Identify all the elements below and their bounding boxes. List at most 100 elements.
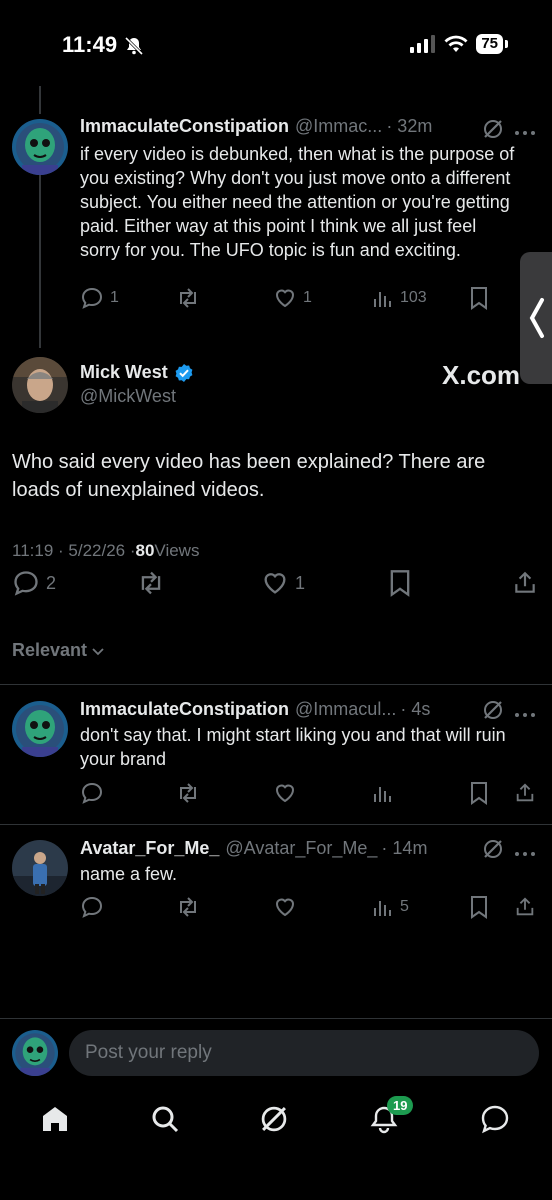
repost-button[interactable] — [175, 286, 201, 310]
reply-button[interactable]: 2 — [12, 569, 56, 597]
heart-icon — [264, 573, 286, 594]
grok-icon[interactable] — [259, 1104, 289, 1134]
avatar — [12, 1030, 58, 1076]
like-count: 1 — [295, 572, 306, 593]
views-count: 103 — [400, 289, 427, 306]
views-button[interactable]: 5 — [372, 896, 409, 918]
bookmark-button[interactable] — [388, 569, 412, 597]
post-time: · 4s — [400, 699, 431, 719]
reply-icon[interactable] — [80, 895, 104, 919]
heart-icon[interactable] — [273, 895, 297, 919]
reply-icon[interactable] — [80, 781, 104, 805]
repost-icon[interactable] — [175, 895, 201, 919]
bookmark-icon[interactable] — [469, 895, 489, 919]
bookmark-icon — [471, 287, 487, 310]
reply-text: name a few. — [80, 864, 178, 884]
post-text: if every video is debunked, then what is… — [80, 144, 515, 260]
post-header: ImmaculateConstipation @Immac... · 32m — [80, 116, 432, 137]
divider — [0, 824, 552, 825]
reply-actions — [80, 781, 540, 807]
reply-icon — [14, 571, 38, 596]
signal-icon — [410, 35, 436, 53]
reply-count: 1 — [110, 289, 119, 306]
like-button[interactable]: 1 — [273, 286, 312, 310]
divider — [0, 1018, 552, 1019]
like-button[interactable]: 1 — [261, 569, 305, 597]
more-options-icon[interactable] — [514, 124, 536, 142]
avatar[interactable] — [12, 357, 68, 413]
main-post-header: Mick West — [80, 362, 194, 383]
main-post-text: Who said every video has been explained?… — [12, 451, 486, 501]
repost-icon — [180, 288, 196, 308]
reply-header: Avatar_For_Me_ @Avatar_For_Me_ · 14m — [80, 838, 427, 859]
bottom-nav: 19 — [0, 1090, 552, 1150]
thread-line — [39, 172, 41, 348]
share-icon[interactable] — [514, 895, 536, 919]
avatar[interactable] — [12, 119, 68, 175]
bookmark-button[interactable] — [469, 286, 489, 310]
home-icon[interactable] — [40, 1104, 70, 1134]
post-time: · 32m — [386, 116, 433, 136]
views-button[interactable]: 103 — [372, 287, 427, 309]
avatar[interactable] — [12, 840, 68, 896]
author-handle[interactable]: @Avatar_For_Me_ — [225, 838, 377, 859]
post-time: · 14m — [381, 838, 428, 858]
share-icon — [515, 571, 535, 593]
reply-button[interactable]: 1 — [80, 286, 119, 310]
bell-off-icon — [124, 36, 144, 61]
post-timestamp: 11:19 · 5/22/26 · — [12, 541, 136, 560]
divider — [0, 684, 552, 685]
author-name[interactable]: Mick West — [80, 362, 168, 383]
author-name[interactable]: ImmaculateConstipation — [80, 699, 289, 720]
share-icon[interactable] — [514, 781, 536, 805]
battery-tip — [505, 40, 508, 48]
watermark: X.com — [442, 360, 521, 390]
reply-header: ImmaculateConstipation @Immacul... · 4s — [80, 699, 430, 720]
verified-badge-icon — [175, 363, 193, 382]
more-options-icon[interactable] — [514, 845, 536, 863]
author-handle[interactable]: @Immac... — [295, 116, 382, 137]
messages-icon[interactable] — [480, 1104, 510, 1134]
chevron-left-icon — [529, 298, 544, 338]
reply-count: 2 — [46, 572, 57, 593]
views-icon — [374, 292, 391, 307]
notifications-tab[interactable]: 19 — [369, 1096, 414, 1139]
like-count: 1 — [303, 289, 312, 306]
status-right: 75 — [410, 34, 508, 54]
grok-icon[interactable] — [482, 118, 504, 145]
notifications-badge: 19 — [387, 1096, 414, 1115]
bookmark-icon[interactable] — [469, 781, 489, 805]
more-options-icon[interactable] — [514, 706, 536, 724]
author-name[interactable]: ImmaculateConstipation — [80, 116, 289, 137]
share-button[interactable] — [512, 569, 538, 597]
grok-icon[interactable] — [482, 699, 504, 726]
battery-level: 75 — [476, 34, 503, 54]
reply-text: don't say that. I might start liking you… — [80, 725, 506, 769]
heart-icon — [275, 289, 295, 308]
search-icon[interactable] — [150, 1104, 180, 1134]
post-meta: 11:19 · 5/22/26 · 80 Views — [12, 541, 199, 561]
repost-button[interactable] — [136, 569, 166, 597]
reply-icon — [81, 287, 103, 309]
heart-icon[interactable] — [273, 781, 297, 805]
side-panel-handle[interactable] — [520, 252, 552, 384]
sort-label: Relevant — [12, 640, 88, 660]
views-icon — [374, 901, 391, 916]
view-count: 80 — [135, 541, 155, 560]
grok-icon[interactable] — [482, 838, 504, 865]
reply-actions: 5 — [80, 895, 540, 921]
views-icon[interactable] — [372, 782, 394, 804]
author-handle[interactable]: @MickWest — [80, 386, 176, 407]
reply-input[interactable] — [69, 1041, 539, 1065]
bookmark-icon — [390, 570, 410, 597]
author-name[interactable]: Avatar_For_Me_ — [80, 838, 219, 859]
reply-composer[interactable] — [69, 1030, 539, 1076]
sort-dropdown[interactable]: Relevant — [12, 640, 105, 661]
repost-icon[interactable] — [175, 781, 201, 805]
avatar[interactable] — [12, 701, 68, 757]
status-time: 11:49 — [62, 32, 118, 57]
thread-line-top — [39, 86, 41, 114]
wifi-icon — [444, 35, 468, 52]
author-handle[interactable]: @Immacul... — [295, 699, 396, 720]
views-count: 5 — [400, 898, 409, 915]
